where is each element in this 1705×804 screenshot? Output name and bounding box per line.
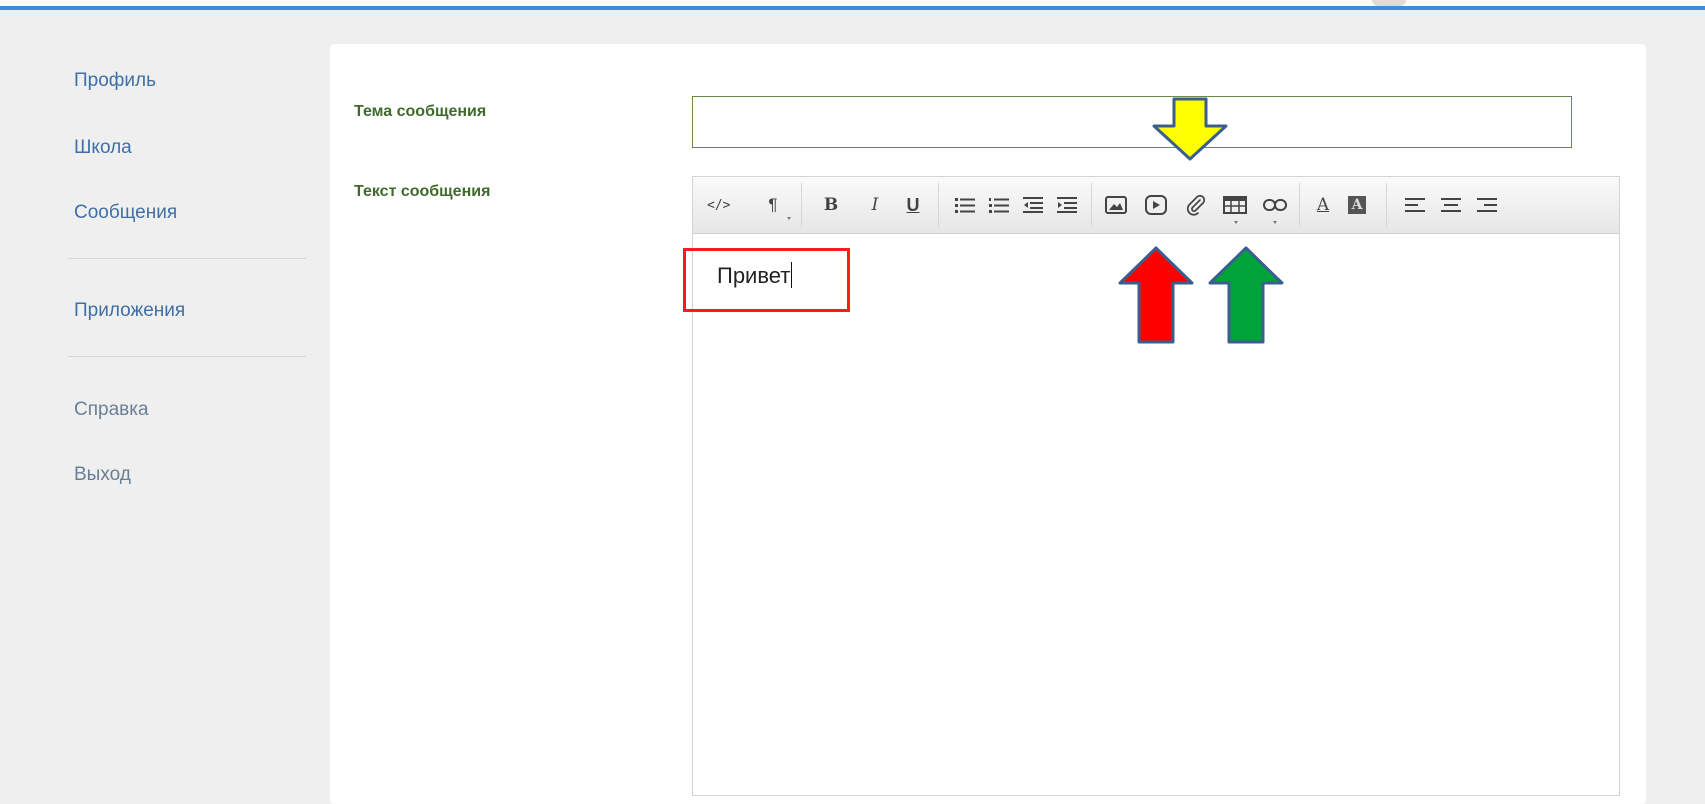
toolbar-separator [1299,183,1300,227]
align-right-button[interactable] [1477,191,1497,219]
sidebar-divider [68,258,306,259]
italic-icon: I [871,195,879,215]
link-icon [1263,199,1287,211]
unordered-list-button[interactable] [955,191,975,219]
outdent-button[interactable] [1023,191,1043,219]
font-color-icon: A [1316,195,1330,215]
sidebar-divider [68,356,306,357]
paragraph-format-button[interactable]: ¶ [763,191,783,219]
table-dropdown-icon [1234,221,1238,224]
top-bar-tab [1372,0,1406,6]
yellow-arrow-down-icon [1152,97,1228,161]
table-icon [1223,196,1247,214]
toolbar-separator [801,183,802,227]
align-left-button[interactable] [1405,191,1425,219]
red-arrow-up-icon [1118,246,1194,344]
insert-table-button[interactable] [1223,191,1247,219]
background-color-button[interactable]: A [1347,191,1367,219]
insert-video-button[interactable] [1145,191,1167,219]
insert-image-button[interactable] [1105,191,1127,219]
align-center-icon [1441,198,1461,212]
top-accent-bar [0,0,1705,10]
code-icon: </> [707,197,731,213]
bold-icon: B [823,195,839,215]
green-arrow-up-icon [1208,246,1284,344]
paperclip-icon [1186,194,1206,216]
editor-toolbar: </> ¶ B I U A A [693,177,1619,234]
align-center-button[interactable] [1441,191,1461,219]
sidebar-item-logout[interactable]: Выход [74,464,131,486]
toolbar-separator [1386,183,1387,227]
indent-button[interactable] [1057,191,1077,219]
align-right-icon [1477,198,1497,212]
sidebar-item-applications[interactable]: Приложения [74,300,185,322]
insert-link-button[interactable] [1263,191,1287,219]
align-left-icon [1405,198,1425,212]
ordered-list-button[interactable] [989,191,1009,219]
background-color-icon: A [1348,196,1366,214]
toolbar-separator [1091,183,1092,227]
outdent-icon [1023,197,1043,213]
underline-button[interactable]: U [903,191,923,219]
subject-input[interactable] [692,96,1572,148]
toolbar-separator [938,183,939,227]
sidebar-item-messages[interactable]: Сообщения [74,202,177,224]
font-color-button[interactable]: A [1313,191,1333,219]
italic-button[interactable]: I [865,191,885,219]
subject-label: Тема сообщения [354,103,487,120]
body-label: Текст сообщения [354,183,491,200]
unordered-list-icon [955,198,975,213]
link-dropdown-icon [1273,221,1277,224]
paragraph-dropdown-icon [787,217,791,220]
indent-icon [1057,197,1077,213]
ordered-list-icon [989,198,1009,213]
sidebar-item-help[interactable]: Справка [74,399,149,421]
sidebar-item-profile[interactable]: Профиль [74,70,156,92]
insert-file-button[interactable] [1185,191,1207,219]
text-highlight-box [683,248,850,312]
html-source-button[interactable]: </> [707,191,730,219]
image-icon [1105,196,1127,214]
underline-icon: U [906,194,920,215]
sidebar-item-school[interactable]: Школа [74,137,132,159]
video-icon [1145,195,1167,215]
paragraph-icon: ¶ [768,195,778,214]
bold-button[interactable]: B [821,191,841,219]
